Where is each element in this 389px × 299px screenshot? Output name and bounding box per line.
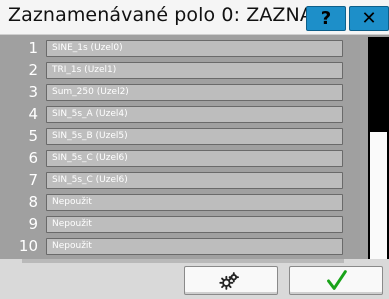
confirm-button[interactable] (289, 266, 383, 295)
settings-button[interactable] (184, 266, 278, 295)
partial-row (22, 259, 344, 263)
list-row: 10 Nepoužit (0, 236, 368, 258)
channel-field[interactable]: SINE_1s (Uzel0) (46, 40, 343, 57)
title-bar: Zaznamenávané polo 0: ZAZNAM ? ✕ (0, 0, 389, 35)
channel-field[interactable]: Nepoužit (46, 238, 343, 255)
list-row: 9 Nepoužit (0, 214, 368, 236)
window-title: Zaznamenávané polo 0: ZAZNAM (8, 4, 330, 26)
channel-field[interactable]: SIN_5s_B (Uzel5) (46, 128, 343, 145)
list-row: 7 SIN_5s_C (Uzel6) (0, 170, 368, 192)
checkmark-icon (327, 270, 347, 290)
dialog-window: Zaznamenávané polo 0: ZAZNAM ? ✕ 1 SINE_… (0, 0, 389, 299)
list-row: 5 SIN_5s_B (Uzel5) (0, 126, 368, 148)
scrollbar-cap (368, 35, 389, 37)
channel-field[interactable]: Nepoužit (46, 194, 343, 211)
list-row: 3 Sum_250 (Uzel2) (0, 82, 368, 104)
channel-field[interactable]: Nepoužit (46, 216, 343, 233)
row-number: 8 (28, 193, 38, 211)
gears-icon (219, 272, 239, 290)
row-number: 6 (28, 149, 38, 167)
channel-field[interactable]: SIN_5s_C (Uzel6) (46, 172, 343, 189)
channel-field[interactable]: SIN_5s_C (Uzel6) (46, 150, 343, 167)
channel-field[interactable]: SIN_5s_A (Uzel4) (46, 106, 343, 123)
close-button[interactable]: ✕ (349, 6, 389, 31)
channel-field[interactable]: Sum_250 (Uzel2) (46, 84, 343, 101)
row-number: 4 (28, 105, 38, 123)
help-button[interactable]: ? (306, 6, 346, 31)
row-number: 3 (28, 83, 38, 101)
row-number: 5 (28, 127, 38, 145)
row-number: 10 (18, 237, 38, 255)
channel-list: 1 SINE_1s (Uzel0) 2 TRI_1s (Uzel1) 3 Sum… (0, 35, 368, 259)
channel-field[interactable]: TRI_1s (Uzel1) (46, 62, 343, 79)
row-number: 1 (28, 39, 38, 57)
row-number: 2 (28, 61, 38, 79)
list-row: 1 SINE_1s (Uzel0) (0, 38, 368, 60)
list-row: 4 SIN_5s_A (Uzel4) (0, 104, 368, 126)
row-number: 9 (28, 215, 38, 233)
list-row: 6 SIN_5s_C (Uzel6) (0, 148, 368, 170)
list-row: 2 TRI_1s (Uzel1) (0, 60, 368, 82)
row-number: 7 (28, 171, 38, 189)
list-row: 8 Nepoužit (0, 192, 368, 214)
scrollbar-thumb[interactable] (370, 132, 387, 260)
